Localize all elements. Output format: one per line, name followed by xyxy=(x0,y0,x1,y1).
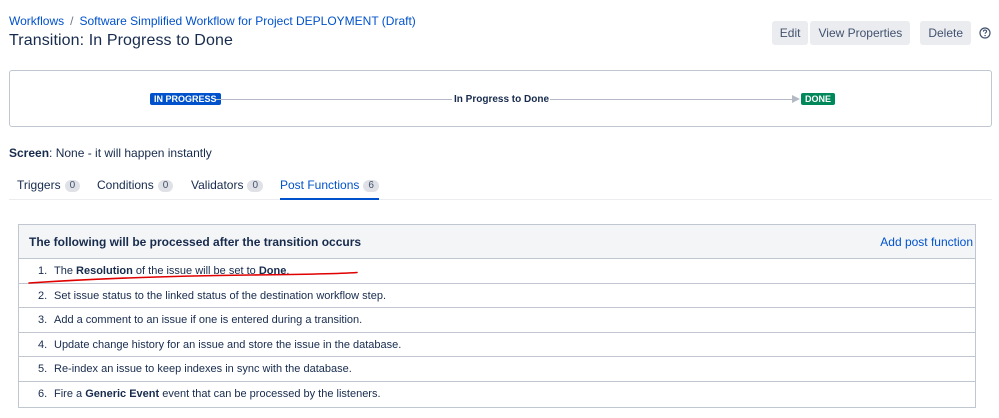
to-status-lozenge: DONE xyxy=(801,93,836,105)
resolution-value: Done xyxy=(258,265,287,277)
table-row: 4. Update change history for an issue an… xyxy=(19,333,975,358)
from-status-lozenge: IN PROGRESS xyxy=(150,93,221,105)
tab-count-badge: 0 xyxy=(247,180,264,192)
tab-validators[interactable]: Validators 0 xyxy=(191,178,264,200)
transition-diagram: IN PROGRESS In Progress to Done DONE xyxy=(9,70,992,127)
action-toolbar: Edit View Properties Delete xyxy=(771,21,999,45)
table-row: 6. Fire a Generic Event event that can b… xyxy=(19,382,975,407)
tab-triggers[interactable]: Triggers 0 xyxy=(17,178,81,200)
table-row: 3. Add a comment to an issue if one is e… xyxy=(19,308,975,333)
tab-label: Conditions xyxy=(97,178,154,192)
arrow-head-icon xyxy=(792,95,800,103)
post-functions-header: The following will be processed after th… xyxy=(19,225,975,259)
row-text: Fire a Generic Event event that can be p… xyxy=(54,387,381,400)
transition-tabs: Triggers 0 Conditions 0 Validators 0 Post F… xyxy=(9,178,992,200)
connector-line xyxy=(216,99,452,100)
row-text: Add a comment to an issue if one is ente… xyxy=(54,314,363,327)
table-row: 1. The Resolution of the issue will be s… xyxy=(19,259,975,284)
breadcrumb-workflows-link[interactable]: Workflows xyxy=(9,14,64,28)
screen-value: : None - it will happen instantly xyxy=(49,146,212,160)
transition-name-label: In Progress to Done xyxy=(454,94,550,105)
tab-post-functions[interactable]: Post Functions 6 xyxy=(280,178,379,200)
screen-info: Screen: None - it will happen instantly xyxy=(9,146,212,160)
resolution-field: Resolution xyxy=(76,265,133,277)
view-properties-button[interactable]: View Properties xyxy=(810,21,911,45)
add-post-function-link[interactable]: Add post function xyxy=(880,235,973,249)
connector-line xyxy=(550,99,794,100)
breadcrumb-workflow-link[interactable]: Software Simplified Workflow for Project… xyxy=(79,14,415,28)
row-number: 1. xyxy=(38,265,48,277)
row-text: Set issue status to the linked status of… xyxy=(54,289,387,302)
row-number: 6. xyxy=(38,387,48,400)
tab-label: Post Functions xyxy=(280,178,360,192)
row-text: Update change history for an issue and s… xyxy=(54,338,402,351)
tab-count-badge: 0 xyxy=(157,180,174,192)
tab-label: Validators xyxy=(191,178,244,192)
breadcrumb-separator: / xyxy=(70,14,74,28)
table-row: 2. Set issue status to the linked status… xyxy=(19,284,975,309)
help-icon[interactable] xyxy=(979,27,991,39)
tab-conditions[interactable]: Conditions 0 xyxy=(97,178,174,200)
screen-label: Screen xyxy=(9,146,50,160)
page-title: Transition: In Progress to Done xyxy=(9,32,233,49)
row-number: 4. xyxy=(38,338,48,351)
post-functions-heading: The following will be processed after th… xyxy=(29,235,362,249)
tab-count-badge: 0 xyxy=(64,180,81,192)
breadcrumb: Workflows / Software Simplified Workflow f… xyxy=(9,14,416,28)
delete-button[interactable]: Delete xyxy=(920,21,971,45)
tab-label: Triggers xyxy=(17,178,61,192)
table-row: 5. Re-index an issue to keep indexes in … xyxy=(19,357,975,382)
row-number: 3. xyxy=(38,314,48,327)
row-text: Re-index an issue to keep indexes in syn… xyxy=(54,363,352,376)
row-number: 2. xyxy=(38,289,48,302)
tab-count-badge: 6 xyxy=(363,180,379,192)
row-text: The Resolution of the issue will be set … xyxy=(54,265,290,277)
row-number: 5. xyxy=(38,363,48,376)
event-name: Generic Event xyxy=(85,387,160,400)
post-functions-table: The following will be processed after th… xyxy=(18,224,976,408)
edit-button[interactable]: Edit xyxy=(771,21,809,45)
